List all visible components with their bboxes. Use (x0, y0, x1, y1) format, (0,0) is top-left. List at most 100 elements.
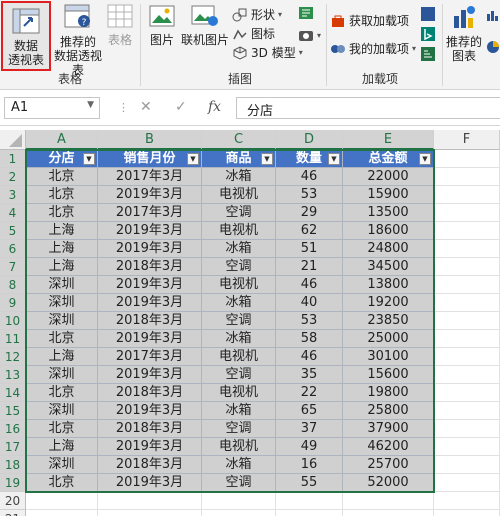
empty-cell[interactable] (276, 510, 343, 516)
row-header-8[interactable]: 8 (0, 276, 26, 294)
pivot-table-button[interactable]: 数据 透视表 (1, 1, 51, 71)
icons-button[interactable]: 图标 (232, 25, 275, 42)
shapes-button[interactable]: 形状 ▾ (232, 6, 282, 23)
table-cell[interactable]: 冰箱 (202, 168, 276, 186)
table-cell[interactable]: 深圳 (26, 402, 98, 420)
table-cell[interactable]: 35 (276, 366, 343, 384)
column-header-d[interactable]: D (276, 130, 343, 150)
table-cell[interactable]: 46200 (343, 438, 434, 456)
visio-button[interactable] (420, 6, 436, 22)
table-cell[interactable]: 2018年3月 (98, 258, 202, 276)
row-header-11[interactable]: 11 (0, 330, 26, 348)
table-cell[interactable]: 电视机 (202, 438, 276, 456)
table-cell[interactable]: 52000 (343, 474, 434, 492)
empty-cell[interactable] (434, 276, 500, 294)
table-cell[interactable]: 29 (276, 204, 343, 222)
online-picture-button[interactable]: 联机图片 (180, 4, 230, 54)
table-cell[interactable]: 22000 (343, 168, 434, 186)
row-header-9[interactable]: 9 (0, 294, 26, 312)
my-addins-button[interactable]: 我的加载项 ▾ (330, 40, 416, 57)
table-cell[interactable]: 空调 (202, 474, 276, 492)
row-header-6[interactable]: 6 (0, 240, 26, 258)
column-header-c[interactable]: C (202, 130, 276, 150)
row-header-7[interactable]: 7 (0, 258, 26, 276)
table-header-cell[interactable]: 商品 ▼ (202, 150, 276, 168)
name-box[interactable]: A1 ▼ (4, 97, 100, 119)
row-header-16[interactable]: 16 (0, 420, 26, 438)
table-cell[interactable]: 24800 (343, 240, 434, 258)
empty-cell[interactable] (276, 492, 343, 510)
empty-cell[interactable] (434, 240, 500, 258)
empty-cell[interactable] (434, 348, 500, 366)
worksheet-grid[interactable]: ABCDEF 123456789101112131415161718192021… (0, 126, 500, 516)
row-header-1[interactable]: 1 (0, 150, 26, 168)
row-header-14[interactable]: 14 (0, 384, 26, 402)
table-cell[interactable]: 上海 (26, 348, 98, 366)
table-cell[interactable]: 2019年3月 (98, 330, 202, 348)
smartart-button[interactable] (298, 6, 314, 20)
row-header-3[interactable]: 3 (0, 186, 26, 204)
row-header-4[interactable]: 4 (0, 204, 26, 222)
table-cell[interactable]: 2018年3月 (98, 312, 202, 330)
empty-cell[interactable] (434, 420, 500, 438)
table-cell[interactable]: 电视机 (202, 186, 276, 204)
table-cell[interactable]: 深圳 (26, 276, 98, 294)
table-header-cell[interactable]: 销售月份 ▼ (98, 150, 202, 168)
table-cell[interactable]: 2018年3月 (98, 420, 202, 438)
insert-function-icon[interactable]: fx (208, 99, 221, 115)
row-header-2[interactable]: 2 (0, 168, 26, 186)
table-cell[interactable]: 19800 (343, 384, 434, 402)
table-cell[interactable]: 北京 (26, 186, 98, 204)
table-cell[interactable]: 53 (276, 186, 343, 204)
table-cell[interactable]: 2019年3月 (98, 240, 202, 258)
table-cell[interactable]: 上海 (26, 222, 98, 240)
table-cell[interactable]: 53 (276, 312, 343, 330)
empty-cell[interactable] (434, 384, 500, 402)
table-cell[interactable]: 37900 (343, 420, 434, 438)
empty-cell[interactable] (343, 510, 434, 516)
table-cell[interactable]: 电视机 (202, 222, 276, 240)
bing-button[interactable] (420, 26, 436, 42)
column-header-b[interactable]: B (98, 130, 202, 150)
table-header-cell[interactable]: 数量 ▼ (276, 150, 343, 168)
filter-dropdown-icon[interactable]: ▼ (261, 153, 273, 165)
table-cell[interactable]: 2019年3月 (98, 402, 202, 420)
table-cell[interactable]: 空调 (202, 366, 276, 384)
table-cell[interactable]: 2019年3月 (98, 438, 202, 456)
table-cell[interactable]: 34500 (343, 258, 434, 276)
table-cell[interactable]: 深圳 (26, 366, 98, 384)
filter-dropdown-icon[interactable]: ▼ (328, 153, 340, 165)
empty-cell[interactable] (202, 510, 276, 516)
empty-cell[interactable] (434, 438, 500, 456)
row-header-12[interactable]: 12 (0, 348, 26, 366)
filter-dropdown-icon[interactable]: ▼ (187, 153, 199, 165)
empty-cell[interactable] (202, 492, 276, 510)
table-cell[interactable]: 22 (276, 384, 343, 402)
empty-cell[interactable] (434, 186, 500, 204)
table-cell[interactable]: 冰箱 (202, 240, 276, 258)
table-cell[interactable]: 北京 (26, 204, 98, 222)
empty-cell[interactable] (434, 258, 500, 276)
row-header-18[interactable]: 18 (0, 456, 26, 474)
empty-cell[interactable] (434, 222, 500, 240)
empty-cell[interactable] (434, 474, 500, 492)
recommended-pivot-button[interactable]: ? 推荐的 数据透视表 (54, 4, 102, 77)
cancel-icon[interactable]: ✕ (140, 99, 152, 115)
table-cell[interactable]: 25700 (343, 456, 434, 474)
table-cell[interactable]: 2017年3月 (98, 204, 202, 222)
table-cell[interactable]: 23850 (343, 312, 434, 330)
table-cell[interactable]: 冰箱 (202, 456, 276, 474)
table-cell[interactable]: 空调 (202, 312, 276, 330)
table-cell[interactable]: 13500 (343, 204, 434, 222)
table-cell[interactable]: 北京 (26, 420, 98, 438)
empty-cell[interactable] (434, 294, 500, 312)
table-cell[interactable]: 21 (276, 258, 343, 276)
table-cell[interactable]: 冰箱 (202, 294, 276, 312)
table-cell[interactable]: 北京 (26, 384, 98, 402)
empty-cell[interactable] (98, 510, 202, 516)
table-button[interactable]: 表格 (104, 4, 136, 54)
table-cell[interactable]: 13800 (343, 276, 434, 294)
table-cell[interactable]: 18600 (343, 222, 434, 240)
table-cell[interactable]: 2019年3月 (98, 294, 202, 312)
row-header-17[interactable]: 17 (0, 438, 26, 456)
